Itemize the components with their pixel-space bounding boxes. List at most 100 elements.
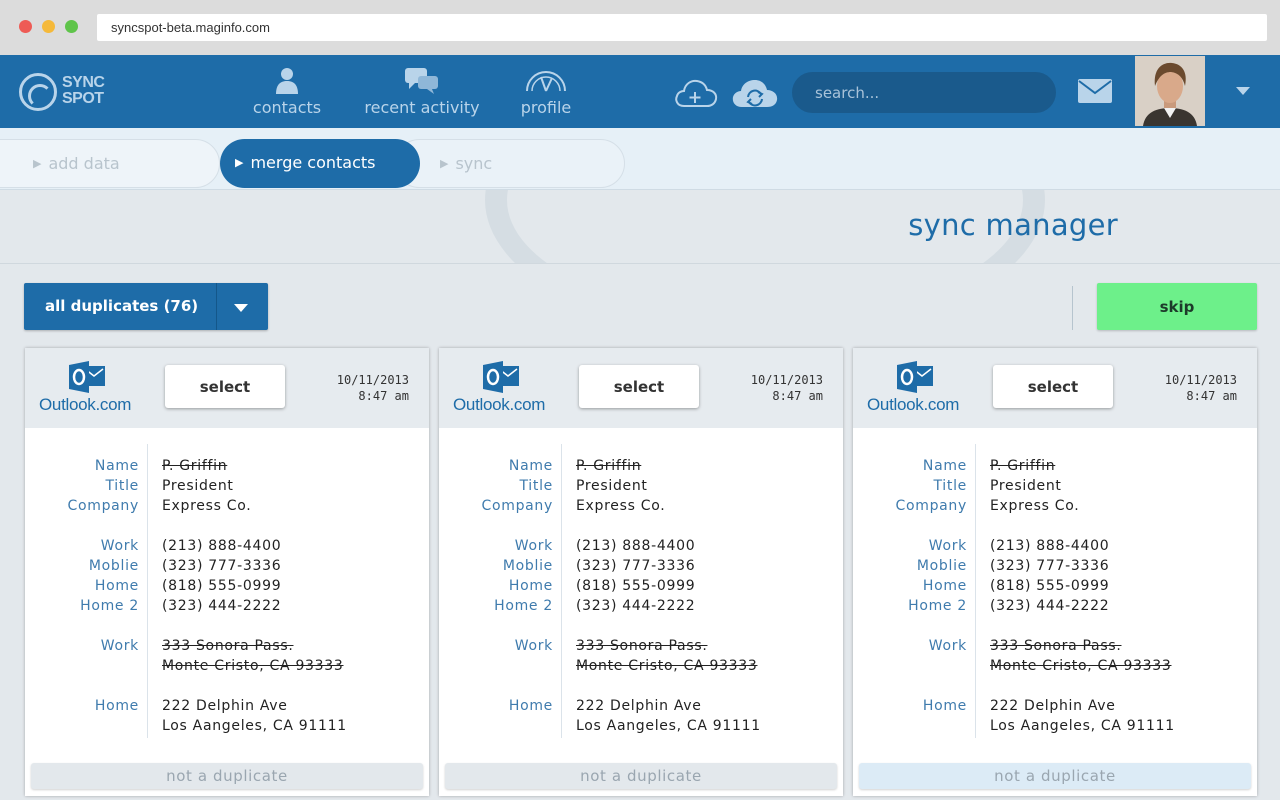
field-label: Home <box>922 578 967 594</box>
step-sync[interactable]: ▶ sync <box>395 139 625 188</box>
field-value: (323) 444-2222 <box>990 598 1110 614</box>
step-merge-contacts[interactable]: ▶ merge contacts <box>220 139 420 188</box>
duplicates-filter-dropdown[interactable]: all duplicates (76) <box>24 283 268 330</box>
field-label: Moblie <box>916 558 967 574</box>
contact-field-row: Monte Cristo, CA 93333 <box>439 658 843 678</box>
select-button[interactable]: select <box>993 365 1113 408</box>
contact-field-row: Moblie (323) 777-3336 <box>25 558 429 578</box>
field-label: Work <box>928 638 967 654</box>
step-add-data[interactable]: ▶ add data <box>0 139 220 188</box>
outlook-icon <box>897 361 933 393</box>
syncspot-logo[interactable]: SYNC SPOT <box>19 73 119 113</box>
field-value: P. Griffin <box>576 458 642 474</box>
source-name: Outlook.com <box>453 395 546 414</box>
field-value: Los Aangeles, CA 91111 <box>576 718 761 734</box>
field-label: Company <box>67 498 139 514</box>
contact-field-row: Los Aangeles, CA 91111 <box>439 718 843 738</box>
play-icon: ▶ <box>440 157 449 170</box>
filter-label: all duplicates (76) <box>45 297 199 315</box>
nav-profile[interactable]: profile <box>517 67 575 117</box>
contact-field-row: Home (818) 555-0999 <box>853 578 1257 598</box>
field-value: P. Griffin <box>162 458 228 474</box>
field-label: Title <box>519 478 553 494</box>
field-label: Work <box>514 538 553 554</box>
nav-recent-activity[interactable]: recent activity <box>360 67 484 117</box>
field-label: Name <box>94 458 139 474</box>
field-label: Work <box>928 538 967 554</box>
mail-icon[interactable] <box>1077 78 1113 104</box>
gauge-icon <box>526 71 566 92</box>
field-label: Home 2 <box>494 598 553 614</box>
field-value: P. Griffin <box>990 458 1056 474</box>
field-value: Los Aangeles, CA 91111 <box>162 718 347 734</box>
select-button[interactable]: select <box>579 365 699 408</box>
source-name: Outlook.com <box>867 395 960 414</box>
duplicate-card: Outlook.com select 10/11/2013 8:47 am Name P.… <box>853 348 1257 796</box>
contact-field-row: Los Aangeles, CA 91111 <box>25 718 429 738</box>
select-button[interactable]: select <box>165 365 285 408</box>
title-band: sync manager <box>0 190 1280 264</box>
card-date: 10/11/2013 <box>1164 373 1237 387</box>
card-body: Name P. Griffin Title President Company Expre… <box>853 428 1257 756</box>
card-time: 8:47 am <box>358 389 409 403</box>
field-value: (818) 555-0999 <box>990 578 1110 594</box>
maximize-window-button[interactable] <box>65 20 78 33</box>
not-a-duplicate-button[interactable]: not a duplicate <box>859 763 1251 789</box>
duplicate-card: Outlook.com select 10/11/2013 8:47 am Name P.… <box>25 348 429 796</box>
nav-contacts-label: contacts <box>252 98 322 117</box>
field-label: Work <box>100 638 139 654</box>
field-label: Company <box>481 498 553 514</box>
field-value: 222 Delphin Ave <box>990 698 1116 714</box>
cloud-upload-icon[interactable] <box>674 75 718 109</box>
field-value: (323) 777-3336 <box>576 558 696 574</box>
account-dropdown-chevron-icon[interactable] <box>1236 87 1250 96</box>
not-a-duplicate-button[interactable]: not a duplicate <box>31 763 423 789</box>
user-avatar[interactable] <box>1135 56 1205 126</box>
contact-field-row: Company Express Co. <box>25 498 429 518</box>
field-value: (323) 777-3336 <box>162 558 282 574</box>
field-label: Home <box>508 578 553 594</box>
contact-field-row: Los Aangeles, CA 91111 <box>853 718 1257 738</box>
chevron-down-icon[interactable] <box>234 304 248 312</box>
field-value: 333 Sonora Pass. <box>990 638 1122 654</box>
step-sync-label: sync <box>455 154 493 173</box>
field-value: (323) 444-2222 <box>162 598 282 614</box>
contact-field-row: Work 333 Sonora Pass. <box>25 638 429 658</box>
outlook-logo: Outlook.com <box>453 361 553 416</box>
toolbar-divider <box>1072 286 1073 330</box>
nav-contacts[interactable]: contacts <box>249 67 325 117</box>
skip-button[interactable]: skip <box>1097 283 1257 330</box>
field-value: 222 Delphin Ave <box>162 698 288 714</box>
address-bar[interactable]: syncspot-beta.maginfo.com <box>97 14 1267 41</box>
contact-field-row: Name P. Griffin <box>25 458 429 478</box>
avatar-portrait <box>1135 56 1205 126</box>
search-input[interactable] <box>792 72 1056 113</box>
minimize-window-button[interactable] <box>42 20 55 33</box>
close-window-button[interactable] <box>19 20 32 33</box>
card-date: 10/11/2013 <box>336 373 409 387</box>
field-label: Moblie <box>502 558 553 574</box>
contact-field-row: Work 333 Sonora Pass. <box>439 638 843 658</box>
duplicate-card: Outlook.com select 10/11/2013 8:47 am Name P.… <box>439 348 843 796</box>
field-value: Monte Cristo, CA 93333 <box>162 658 344 674</box>
field-label: Name <box>508 458 553 474</box>
not-a-duplicate-button[interactable]: not a duplicate <box>445 763 837 789</box>
person-icon <box>276 68 298 94</box>
card-date: 10/11/2013 <box>750 373 823 387</box>
field-value: (213) 888-4400 <box>162 538 282 554</box>
contact-field-row: Home 2 (323) 444-2222 <box>853 598 1257 618</box>
card-timestamp: 10/11/2013 8:47 am <box>1165 372 1237 404</box>
play-icon: ▶ <box>235 156 244 169</box>
card-time: 8:47 am <box>1186 389 1237 403</box>
field-value: President <box>990 478 1062 494</box>
source-name: Outlook.com <box>39 395 132 414</box>
contact-field-row: Home (818) 555-0999 <box>439 578 843 598</box>
field-value: Express Co. <box>990 498 1080 514</box>
field-value: Monte Cristo, CA 93333 <box>990 658 1172 674</box>
field-value: Express Co. <box>162 498 252 514</box>
nav-profile-label: profile <box>520 98 572 117</box>
cloud-sync-icon[interactable] <box>731 75 779 109</box>
contact-field-row: Title President <box>853 478 1257 498</box>
field-value: 333 Sonora Pass. <box>576 638 708 654</box>
contact-field-row: Title President <box>25 478 429 498</box>
